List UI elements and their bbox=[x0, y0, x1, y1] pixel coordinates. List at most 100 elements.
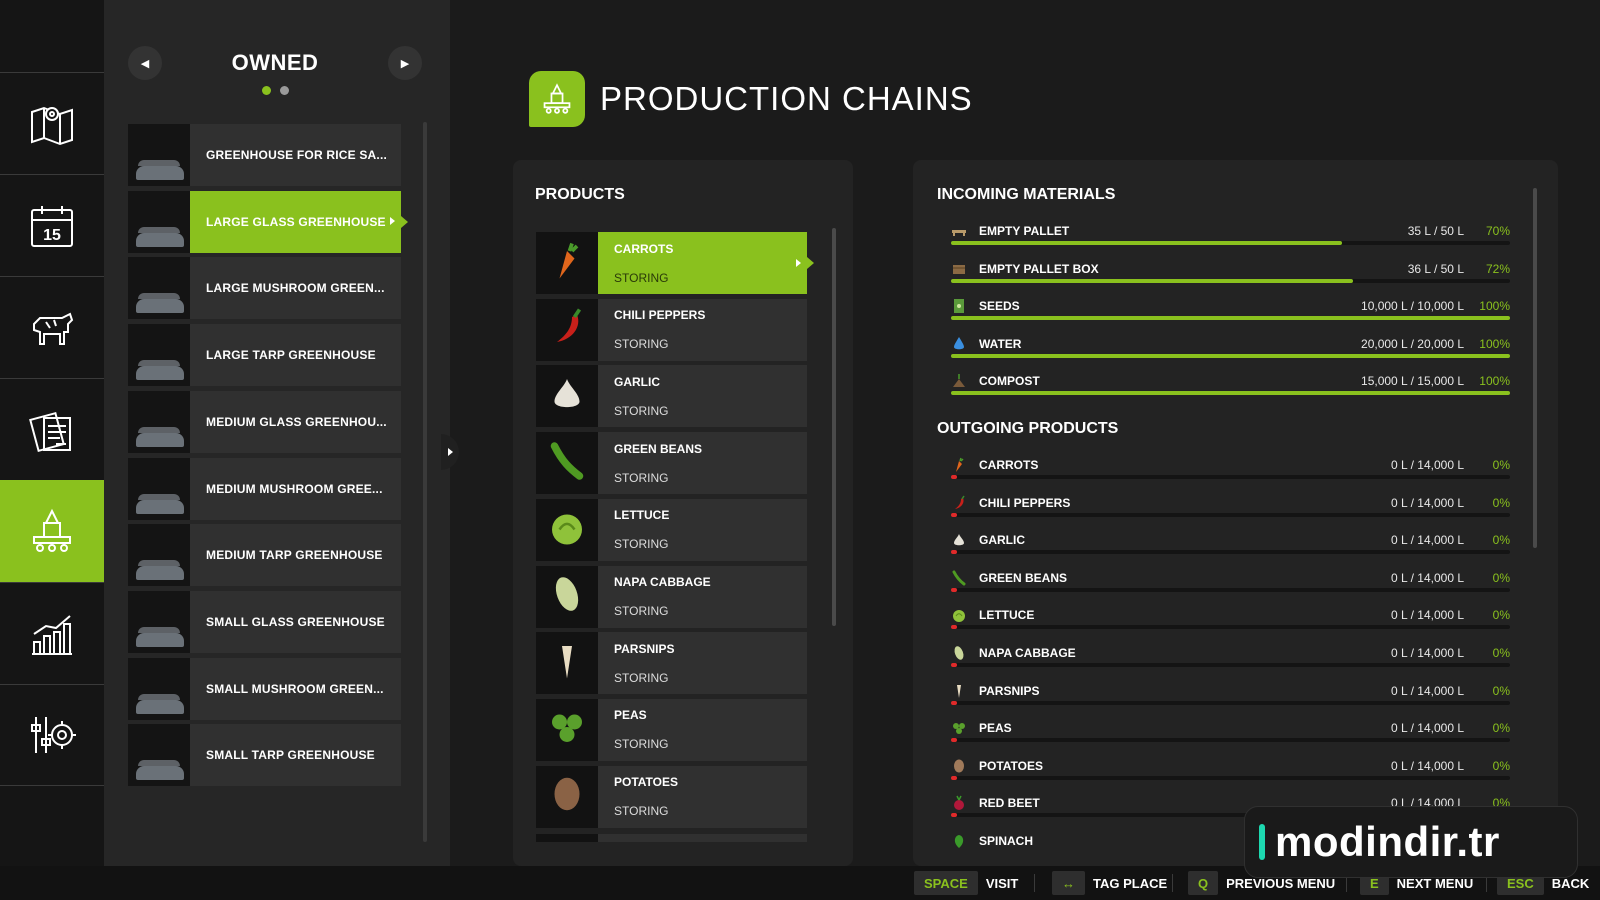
nav-calendar-button[interactable]: 15 bbox=[0, 174, 104, 276]
page-dot-1[interactable] bbox=[262, 86, 271, 95]
nav-animals-button[interactable] bbox=[0, 276, 104, 378]
parsnip-icon bbox=[951, 683, 967, 699]
greenhouse-list-item[interactable]: SMALL GLASS GREENHOUSE bbox=[128, 590, 401, 653]
material-row: GARLIC 0 L / 14,000 L 0% bbox=[951, 530, 1510, 566]
products-scrollbar[interactable] bbox=[832, 228, 836, 626]
greenhouse-list-item[interactable]: MEDIUM GLASS GREENHOU... bbox=[128, 390, 401, 453]
nav-contracts-button[interactable] bbox=[0, 378, 104, 480]
material-progress-bar bbox=[951, 391, 1510, 395]
material-progress-fill bbox=[951, 278, 1354, 283]
product-name: GARLIC bbox=[614, 374, 660, 389]
product-status: STORING bbox=[614, 337, 669, 352]
product-text: NAPA CABBAGE STORING bbox=[598, 566, 807, 628]
visit-hint[interactable]: SPACE VISIT bbox=[914, 866, 1018, 900]
material-progress-bar bbox=[951, 738, 1510, 743]
material-amount: 0 L / 14,000 L bbox=[1391, 533, 1464, 548]
product-list-item[interactable]: PEAS STORING bbox=[536, 698, 807, 761]
greenhouse-label-area: MEDIUM GLASS GREENHOU... bbox=[190, 391, 401, 453]
greenhouse-label: SMALL GLASS GREENHOUSE bbox=[206, 614, 385, 629]
material-name: EMPTY PALLET bbox=[979, 224, 1070, 238]
material-progress-bar bbox=[951, 278, 1510, 283]
product-thumbnail bbox=[536, 698, 598, 761]
product-list-item[interactable]: LETTUCE STORING bbox=[536, 498, 807, 561]
outgoing-products-title: OUTGOING PRODUCTS bbox=[937, 420, 1119, 437]
nav-statistics-button[interactable] bbox=[0, 582, 104, 684]
material-percent: 100% bbox=[1479, 299, 1510, 313]
materials-scrollbar[interactable] bbox=[1533, 188, 1537, 548]
product-thumbnail bbox=[536, 565, 598, 628]
material-row: WATER 20,000 L / 20,000 L 100% bbox=[951, 334, 1510, 370]
settings-icon bbox=[31, 717, 76, 753]
tag-place-hint[interactable]: ↔ TAG PLACE bbox=[1052, 866, 1167, 900]
greenhouse-label-area: LARGE GLASS GREENHOUSE bbox=[190, 190, 408, 253]
material-row: COMPOST 15,000 L / 15,000 L 100% bbox=[951, 371, 1510, 407]
material-row: LETTUCE 0 L / 14,000 L 0% bbox=[951, 605, 1510, 641]
material-percent: 0% bbox=[1492, 570, 1510, 585]
material-name: EMPTY PALLET BOX bbox=[979, 261, 1099, 276]
greenhouse-list-item[interactable]: LARGE GLASS GREENHOUSE bbox=[128, 190, 408, 253]
previous-arrow-icon: ◀ bbox=[140, 57, 150, 70]
lettuce-icon bbox=[951, 607, 967, 623]
material-percent: 72% bbox=[1485, 261, 1510, 276]
material-amount: 0 L / 14,000 L bbox=[1391, 570, 1464, 585]
material-progress-bar bbox=[951, 241, 1510, 245]
greenhouse-list-item[interactable]: LARGE TARP GREENHOUSE bbox=[128, 324, 401, 387]
page-dot-2[interactable] bbox=[280, 86, 289, 95]
pallet-icon bbox=[951, 223, 967, 239]
product-list-item[interactable]: CARROTS STORING bbox=[536, 232, 814, 294]
calendar-day: 15 bbox=[43, 227, 61, 244]
nav-production-button[interactable] bbox=[0, 480, 111, 582]
greenhouse-list-item[interactable]: MEDIUM TARP GREENHOUSE bbox=[128, 524, 401, 587]
watermark: modindir.tr bbox=[1244, 806, 1578, 878]
material-amount: 0 L / 14,000 L bbox=[1391, 495, 1464, 510]
carrot-icon bbox=[951, 457, 967, 473]
product-list-item[interactable]: GARLIC STORING bbox=[536, 365, 807, 428]
material-row: EMPTY PALLET 35 L / 50 L 70% bbox=[951, 221, 1510, 257]
collapse-panel-button[interactable] bbox=[441, 434, 459, 470]
material-percent: 70% bbox=[1485, 224, 1510, 238]
greenhouse-label: MEDIUM GLASS GREENHOU... bbox=[206, 414, 387, 429]
material-row: NAPA CABBAGE 0 L / 14,000 L 0% bbox=[951, 643, 1510, 679]
greenhouse-list-item[interactable]: LARGE MUSHROOM GREEN... bbox=[128, 257, 401, 320]
greenhouse-list-item[interactable]: MEDIUM MUSHROOM GREE... bbox=[128, 457, 401, 520]
material-amount: 20,000 L / 20,000 L bbox=[1361, 336, 1464, 351]
greenhouse-thumbnail bbox=[128, 524, 190, 587]
nav-map-button[interactable] bbox=[0, 72, 104, 174]
material-amount: 0 L / 14,000 L bbox=[1391, 758, 1464, 773]
material-name: CHILI PEPPERS bbox=[979, 495, 1071, 510]
greenhouse-list-item[interactable]: SMALL TARP GREENHOUSE bbox=[128, 724, 401, 787]
product-text: GARLIC STORING bbox=[598, 365, 807, 427]
material-name: RED BEET bbox=[979, 796, 1040, 811]
material-progress-fill bbox=[951, 775, 957, 780]
product-list-item[interactable]: NAPA CABBAGE STORING bbox=[536, 565, 807, 628]
selected-arrow-icon bbox=[796, 259, 801, 267]
material-progress-bar bbox=[951, 550, 1510, 555]
product-thumbnail bbox=[536, 365, 598, 428]
greenhouse-label: SMALL MUSHROOM GREEN... bbox=[206, 681, 384, 696]
product-list-item[interactable]: GREEN BEANS STORING bbox=[536, 432, 807, 495]
product-status: STORING bbox=[614, 604, 669, 618]
material-progress-bar bbox=[951, 353, 1510, 358]
greenhouse-list-item[interactable]: GREENHOUSE FOR RICE SA... bbox=[128, 124, 401, 186]
material-row: CARROTS 0 L / 14,000 L 0% bbox=[951, 455, 1510, 491]
nav-settings-button[interactable] bbox=[0, 684, 104, 786]
material-progress-fill bbox=[951, 391, 1510, 395]
greenhouse-label: GREENHOUSE FOR RICE SA... bbox=[206, 148, 388, 162]
material-row: PEAS 0 L / 14,000 L 0% bbox=[951, 718, 1510, 754]
material-percent: 100% bbox=[1479, 374, 1510, 388]
material-amount: 0 L / 14,000 L bbox=[1391, 608, 1464, 623]
seeds-icon bbox=[951, 298, 967, 314]
material-row: CHILI PEPPERS 0 L / 14,000 L 0% bbox=[951, 493, 1510, 529]
material-progress-fill bbox=[951, 813, 957, 818]
list-scrollbar[interactable] bbox=[423, 122, 427, 842]
product-list-item[interactable]: CHILI PEPPERS STORING bbox=[536, 298, 807, 361]
previous-category-button[interactable]: ◀ bbox=[128, 46, 162, 80]
next-category-button[interactable]: ▶ bbox=[388, 46, 422, 80]
material-name: PARSNIPS bbox=[979, 683, 1040, 698]
greenhouse-list-item[interactable]: SMALL MUSHROOM GREEN... bbox=[128, 657, 401, 720]
product-list-item[interactable]: PARSNIPS STORING bbox=[536, 632, 807, 695]
material-progress-fill bbox=[951, 550, 957, 555]
material-progress-fill bbox=[951, 700, 957, 705]
main-navigation: 15 bbox=[0, 0, 111, 866]
product-list-item[interactable]: POTATOES STORING bbox=[536, 765, 807, 828]
